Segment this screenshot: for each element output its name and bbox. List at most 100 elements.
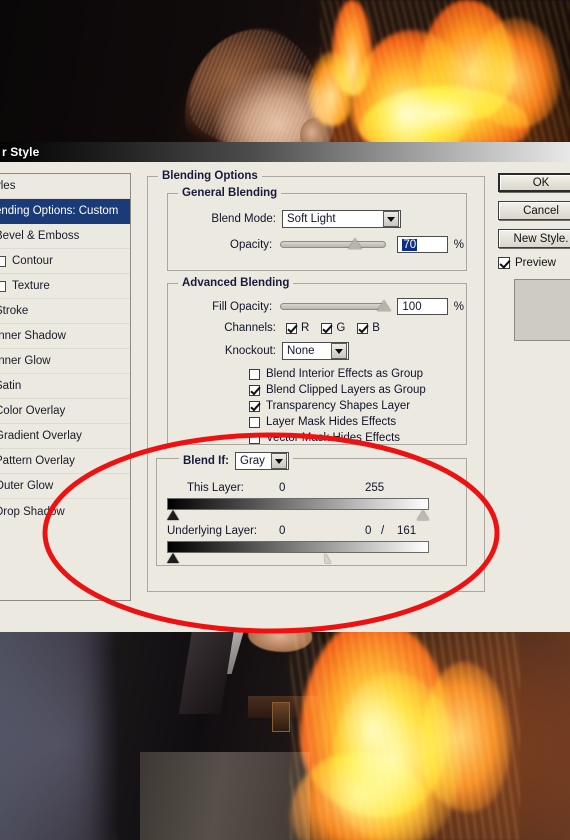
opt-layer-mask-hides-effects-label: Layer Mask Hides Effects — [266, 416, 397, 428]
sidebar-item-contour[interactable]: Contour — [0, 249, 130, 274]
fill-opacity-unit: % — [453, 300, 464, 313]
sidebar-item-drop-shadow[interactable]: Drop Shadow — [0, 499, 130, 524]
opacity-input[interactable]: 70 — [397, 236, 448, 253]
fill-opacity-value: 100 — [402, 300, 422, 313]
underlying-layer-low-value: 0 — [279, 525, 286, 537]
sidebar-item-label: Color Overlay — [0, 405, 66, 417]
underlying-layer-high-thumb[interactable] — [324, 553, 331, 563]
channel-g-label: G — [336, 322, 346, 334]
sidebar-item-stroke[interactable]: Stroke — [0, 299, 130, 324]
opacity-slider[interactable] — [280, 238, 387, 249]
preview-checkbox[interactable] — [498, 257, 510, 269]
opt-transparency-shapes-layer-checkbox[interactable] — [249, 400, 260, 412]
blend-if-channel-select[interactable]: Gray — [235, 452, 289, 470]
opt-blend-clipped-layers[interactable]: Blend Clipped Layers as Group — [249, 384, 426, 396]
sidebar-item-texture[interactable]: Texture — [0, 274, 130, 299]
opt-blend-interior-effects[interactable]: Blend Interior Effects as Group — [249, 368, 423, 380]
blend-if-label: Blend If: — [183, 455, 229, 467]
channel-b-checkbox[interactable] — [357, 322, 369, 334]
texture-checkbox[interactable] — [0, 280, 6, 292]
this-layer-high-value: 255 — [365, 482, 385, 494]
sidebar-item-styles[interactable]: yles — [0, 174, 130, 199]
sidebar-item-blending-options[interactable]: ending Options: Custom — [0, 199, 130, 224]
contour-checkbox[interactable] — [0, 255, 6, 267]
channel-b[interactable]: B — [357, 322, 380, 334]
opt-layer-mask-hides-effects-checkbox[interactable] — [249, 416, 260, 428]
blend-mode-row: Blend Mode: Soft Light — [170, 210, 464, 228]
photo-bottom — [0, 632, 570, 840]
opt-transparency-shapes-layer-label: Transparency Shapes Layer — [266, 400, 411, 412]
this-layer-thumb-track — [167, 510, 429, 522]
sidebar-item-color-overlay[interactable]: Color Overlay — [0, 399, 130, 424]
sidebar-item-gradient-overlay[interactable]: Gradient Overlay — [0, 424, 130, 449]
underlying-layer-split-separator: / — [381, 525, 385, 537]
opt-vector-mask-hides-effects-label: Vector Mask Hides Effects — [266, 432, 401, 444]
blend-if-group: Blend If: Gray This Layer: 0 255 Underly… — [156, 452, 467, 566]
advanced-blending-group: Advanced Blending Fill Opacity: 100 % Ch… — [167, 277, 467, 445]
channels-row: Channels: R G B — [170, 322, 464, 334]
sidebar-item-outer-glow[interactable]: Outer Glow — [0, 474, 130, 499]
knockout-label: Knockout: — [224, 345, 276, 357]
channel-r[interactable]: R — [286, 322, 309, 334]
opt-vector-mask-hides-effects-checkbox[interactable] — [249, 432, 260, 444]
blend-if-legend-wrap: Blend If: Gray — [179, 452, 293, 470]
blend-if-channel-value: Gray — [240, 455, 265, 467]
sidebar-item-label: Satin — [0, 380, 22, 392]
blend-mode-value: Soft Light — [287, 213, 336, 225]
cancel-button[interactable]: Cancel — [498, 201, 570, 220]
flame-wisps — [290, 632, 520, 840]
sidebar-item-label: Stroke — [0, 305, 29, 317]
photo-top — [0, 0, 570, 142]
chevron-down-icon[interactable] — [331, 343, 347, 359]
fill-opacity-input[interactable]: 100 — [397, 298, 448, 315]
opt-transparency-shapes-layer[interactable]: Transparency Shapes Layer — [249, 400, 410, 412]
underlying-layer-gradient-bar[interactable] — [167, 541, 429, 553]
opt-blend-clipped-layers-label: Blend Clipped Layers as Group — [266, 384, 426, 396]
knockout-value: None — [287, 345, 315, 357]
opt-layer-mask-hides-effects[interactable]: Layer Mask Hides Effects — [249, 416, 396, 428]
styles-list[interactable]: yles ending Options: Custom Bevel & Embo… — [0, 173, 131, 601]
chevron-down-icon[interactable] — [383, 211, 399, 227]
preview-swatch — [514, 279, 570, 341]
sidebar-item-label: Gradient Overlay — [0, 430, 82, 442]
opt-blend-clipped-layers-checkbox[interactable] — [249, 384, 260, 396]
fill-opacity-slider[interactable] — [280, 300, 392, 311]
opacity-row: Opacity: 70 % — [170, 236, 464, 253]
channel-b-label: B — [372, 322, 380, 334]
chevron-down-icon[interactable] — [271, 453, 287, 469]
fill-opacity-slider-thumb[interactable] — [377, 300, 392, 311]
photo-bottom-buckle — [272, 702, 290, 732]
sidebar-item-bevel-emboss[interactable]: Bevel & Emboss — [0, 224, 130, 249]
this-layer-high-thumb[interactable] — [417, 510, 429, 520]
channel-g[interactable]: G — [321, 322, 345, 334]
sidebar-item-inner-glow[interactable]: Inner Glow — [0, 349, 130, 374]
flame-wisps — [320, 0, 570, 142]
opt-vector-mask-hides-effects[interactable]: Vector Mask Hides Effects — [249, 432, 400, 444]
underlying-layer-thumb-track — [167, 553, 429, 565]
underlying-layer-low-thumb[interactable] — [167, 553, 179, 563]
ok-button[interactable]: OK — [498, 173, 570, 192]
blend-mode-select[interactable]: Soft Light — [282, 210, 401, 228]
sidebar-item-label: Drop Shadow — [0, 505, 65, 518]
this-layer-low-thumb[interactable] — [167, 510, 179, 520]
preview-row[interactable]: Preview — [498, 257, 570, 269]
new-style-button[interactable]: New Style. — [498, 229, 570, 248]
underlying-layer-high-right: 161 — [397, 525, 417, 537]
channels-label: Channels: — [224, 322, 276, 334]
this-layer-label: This Layer: — [187, 482, 244, 494]
opacity-slider-thumb[interactable] — [348, 238, 363, 249]
sidebar-item-inner-shadow[interactable]: Inner Shadow — [0, 324, 130, 349]
knockout-select[interactable]: None — [282, 342, 349, 360]
sidebar-item-satin[interactable]: Satin — [0, 374, 130, 399]
general-blending-legend: General Blending — [178, 187, 282, 199]
dialog-titlebar[interactable]: r Style — [0, 142, 570, 162]
channel-g-checkbox[interactable] — [321, 322, 333, 334]
sidebar-item-label: Inner Shadow — [0, 330, 66, 342]
fill-opacity-label: Fill Opacity: — [212, 300, 273, 313]
sidebar-item-pattern-overlay[interactable]: Pattern Overlay — [0, 449, 130, 474]
this-layer-gradient-bar[interactable] — [167, 498, 429, 510]
layer-style-dialog: r Style yles ending Options: Custom Beve… — [0, 142, 570, 632]
this-layer-low-value: 0 — [279, 482, 286, 494]
channel-r-checkbox[interactable] — [286, 322, 297, 334]
opt-blend-interior-effects-checkbox[interactable] — [249, 368, 260, 380]
